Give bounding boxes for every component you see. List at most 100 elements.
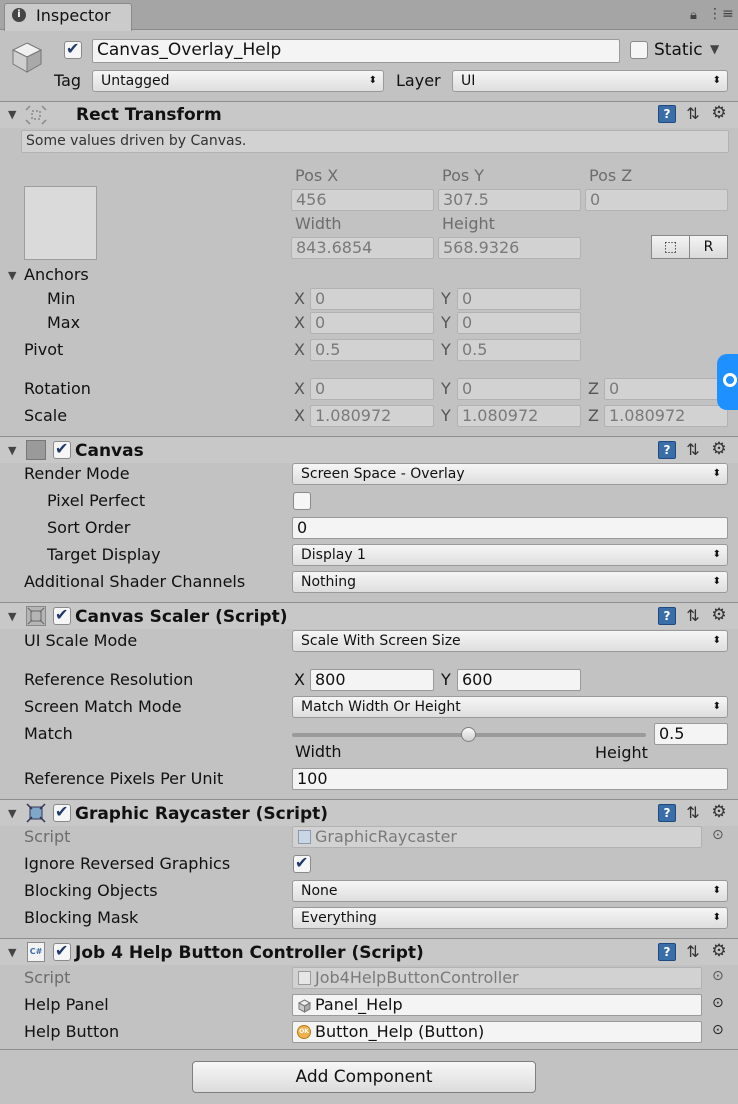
- object-picker-icon[interactable]: ⊙: [712, 995, 724, 1011]
- gear-icon[interactable]: ⚙: [710, 606, 728, 624]
- raycaster-script-label: Script: [24, 827, 71, 846]
- active-checkbox[interactable]: [64, 39, 82, 59]
- rotation-x-input[interactable]: 0: [310, 378, 434, 400]
- static-checkbox[interactable]: [630, 41, 648, 59]
- gear-icon[interactable]: ⚙: [710, 803, 728, 821]
- csharp-script-icon: C#: [27, 942, 45, 962]
- blocking-objects-dropdown[interactable]: None ⬍: [292, 880, 728, 902]
- foldout-arrow-icon[interactable]: ▼: [8, 108, 16, 121]
- canvas-scaler-enabled-checkbox[interactable]: [53, 605, 71, 625]
- add-component-button[interactable]: Add Component: [192, 1061, 536, 1093]
- presets-icon[interactable]: ⇅: [684, 105, 702, 123]
- tab-menu-icon[interactable]: ⋮≡: [708, 6, 734, 22]
- raycaster-script-field[interactable]: GraphicRaycaster: [292, 826, 702, 848]
- shader-channels-dropdown[interactable]: Nothing ⬍: [292, 571, 728, 593]
- anchor-max-x-input[interactable]: 0: [310, 312, 434, 334]
- pos-y-input[interactable]: 307.5: [438, 189, 581, 211]
- job4-script-field[interactable]: Job4HelpButtonController: [292, 967, 702, 989]
- ppu-input[interactable]: 100: [292, 768, 728, 790]
- foldout-arrow-icon[interactable]: ▼: [8, 444, 16, 457]
- match-value-input[interactable]: 0.5: [654, 723, 728, 745]
- anchor-min-y-input[interactable]: 0: [457, 288, 581, 310]
- axis-y-label: Y: [441, 379, 451, 398]
- help-icon[interactable]: ?: [658, 105, 676, 123]
- foldout-arrow-icon[interactable]: ▼: [8, 946, 16, 959]
- object-picker-icon[interactable]: ⊙: [712, 968, 724, 984]
- anchors-foldout-icon[interactable]: ▼: [8, 269, 16, 282]
- pixel-perfect-checkbox[interactable]: [293, 492, 311, 510]
- anchor-presets-button[interactable]: [24, 186, 97, 260]
- presets-icon[interactable]: ⇅: [684, 804, 702, 822]
- rotation-y-input[interactable]: 0: [457, 378, 581, 400]
- ui-scale-mode-dropdown[interactable]: Scale With Screen Size ⬍: [292, 630, 728, 652]
- match-slider-thumb[interactable]: [461, 727, 476, 742]
- rotation-z-input[interactable]: 0: [604, 378, 728, 400]
- gear-icon[interactable]: ⚙: [710, 440, 728, 458]
- gameobject-icon: [297, 998, 312, 1013]
- axis-x-label: X: [294, 289, 305, 308]
- foldout-arrow-icon[interactable]: ▼: [8, 610, 16, 623]
- axis-x-label: X: [294, 340, 305, 359]
- reference-y-input[interactable]: 600: [457, 669, 581, 691]
- presets-icon[interactable]: ⇅: [684, 943, 702, 961]
- help-icon[interactable]: ?: [658, 943, 676, 961]
- raycaster-enabled-checkbox[interactable]: [53, 802, 71, 822]
- blueprint-icon: ⬚: [663, 239, 678, 255]
- blueprint-mode-button[interactable]: ⬚: [651, 235, 690, 259]
- pivot-y-input[interactable]: 0.5: [457, 339, 581, 361]
- canvas-enabled-checkbox[interactable]: [53, 439, 71, 459]
- ignore-reversed-checkbox[interactable]: [293, 853, 311, 873]
- anchor-max-y-input[interactable]: 0: [457, 312, 581, 334]
- gear-icon[interactable]: ⚙: [710, 942, 728, 960]
- scale-z-input[interactable]: 1.080972: [604, 405, 728, 427]
- foldout-arrow-icon[interactable]: ▼: [8, 807, 16, 820]
- floating-edge-button[interactable]: [717, 354, 738, 410]
- help-icon[interactable]: ?: [658, 607, 676, 625]
- layer-dropdown[interactable]: UI ⬍: [452, 70, 728, 92]
- target-display-dropdown[interactable]: Display 1 ⬍: [292, 544, 728, 566]
- dropdown-arrow-icon: ⬍: [712, 701, 721, 712]
- presets-icon[interactable]: ⇅: [684, 607, 702, 625]
- screen-match-mode-dropdown[interactable]: Match Width Or Height ⬍: [292, 696, 728, 718]
- canvas-scaler-icon: [26, 606, 46, 626]
- scale-x-input[interactable]: 1.080972: [310, 405, 434, 427]
- presets-icon[interactable]: ⇅: [684, 441, 702, 459]
- axis-y-label: Y: [441, 289, 451, 308]
- raw-edit-button[interactable]: R: [689, 235, 728, 259]
- static-dropdown-icon[interactable]: ▼: [710, 42, 719, 56]
- gear-icon[interactable]: ⚙: [710, 104, 728, 122]
- reference-x-input[interactable]: 800: [310, 669, 434, 691]
- button-component-icon: OK: [297, 1025, 311, 1039]
- pos-z-input[interactable]: 0: [585, 189, 728, 211]
- canvas-icon: [26, 440, 46, 460]
- pivot-label: Pivot: [24, 340, 64, 359]
- help-icon[interactable]: ?: [658, 441, 676, 459]
- lock-icon[interactable]: 🔒︎: [690, 8, 697, 23]
- blocking-mask-dropdown[interactable]: Everything ⬍: [292, 907, 728, 929]
- help-icon[interactable]: ?: [658, 804, 676, 822]
- tag-dropdown[interactable]: Untagged ⬍: [92, 70, 384, 92]
- object-picker-icon[interactable]: ⊙: [712, 1022, 724, 1038]
- job4-enabled-checkbox[interactable]: [53, 941, 71, 961]
- sort-order-input[interactable]: 0: [292, 517, 728, 539]
- render-mode-dropdown[interactable]: Screen Space - Overlay ⬍: [292, 463, 728, 485]
- pivot-x-input[interactable]: 0.5: [310, 339, 434, 361]
- rect-transform-icon: [24, 104, 48, 126]
- height-input[interactable]: 568.9326: [438, 237, 581, 259]
- axis-z-label: Z: [588, 406, 599, 425]
- width-input[interactable]: 843.6854: [291, 237, 434, 259]
- help-panel-value: Panel_Help: [315, 995, 403, 1014]
- reference-resolution-label: Reference Resolution: [24, 670, 194, 689]
- width-label: Width: [295, 214, 342, 233]
- pos-x-input[interactable]: 456: [291, 189, 434, 211]
- help-button-field[interactable]: OK Button_Help (Button): [292, 1021, 702, 1043]
- scale-y-input[interactable]: 1.080972: [457, 405, 581, 427]
- object-name-input[interactable]: Canvas_Overlay_Help: [92, 39, 620, 63]
- axis-y-label: Y: [441, 340, 451, 359]
- object-picker-icon[interactable]: ⊙: [712, 827, 724, 843]
- match-label: Match: [24, 724, 73, 743]
- dropdown-arrow-icon: ⬍: [368, 75, 377, 86]
- anchor-min-x-input[interactable]: 0: [310, 288, 434, 310]
- blocking-objects-label: Blocking Objects: [24, 881, 158, 900]
- help-panel-field[interactable]: Panel_Help: [292, 994, 702, 1016]
